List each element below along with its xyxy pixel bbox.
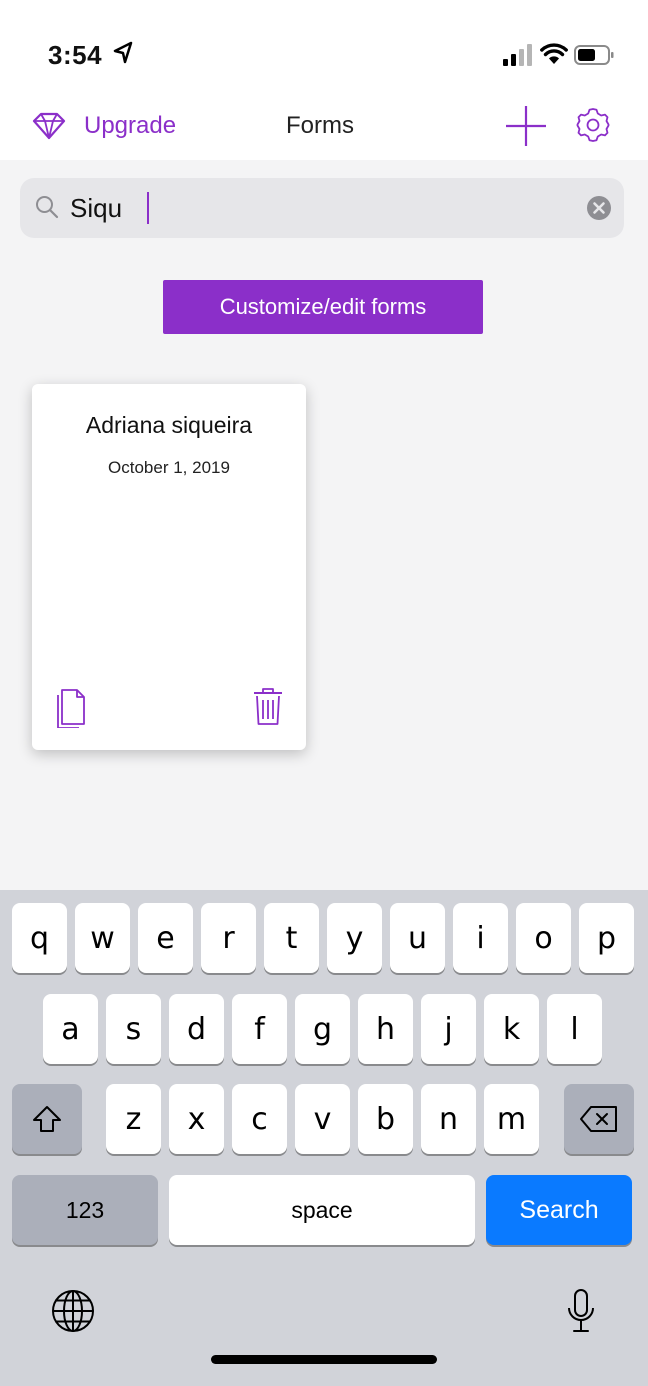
key-s[interactable]: s xyxy=(106,994,161,1064)
key-e[interactable]: e xyxy=(138,903,193,973)
magnifier-icon xyxy=(36,196,59,219)
key-p[interactable]: p xyxy=(579,903,634,973)
key-r[interactable]: r xyxy=(201,903,256,973)
search-bar[interactable] xyxy=(20,178,624,238)
key-y[interactable]: y xyxy=(327,903,382,973)
battery-icon xyxy=(574,45,614,65)
key-u[interactable]: u xyxy=(390,903,445,973)
status-time: 3:54 xyxy=(48,40,103,70)
upgrade-button[interactable]: Upgrade xyxy=(32,106,176,146)
status-bar: 3:54 xyxy=(0,0,648,100)
form-card-title: Adriana siqueira xyxy=(85,412,253,438)
clear-circle-icon[interactable] xyxy=(586,195,612,221)
upgrade-label: Upgrade xyxy=(84,112,177,139)
forms-list-area: Customize/edit forms Adriana siqueira Oc… xyxy=(0,160,648,890)
wifi-icon xyxy=(540,43,568,64)
microphone-icon[interactable] xyxy=(564,1288,598,1336)
key-f[interactable]: f xyxy=(232,994,287,1064)
key-g[interactable]: g xyxy=(295,994,350,1064)
trash-icon[interactable] xyxy=(252,686,284,726)
globe-icon[interactable] xyxy=(50,1288,96,1334)
space-key[interactable]: space xyxy=(169,1175,475,1245)
key-t[interactable]: t xyxy=(264,903,319,973)
plus-icon[interactable] xyxy=(504,104,548,148)
customize-forms-button[interactable]: Customize/edit forms xyxy=(163,280,483,334)
shift-arrow-icon xyxy=(33,1106,61,1132)
key-a[interactable]: a xyxy=(43,994,98,1064)
key-n[interactable]: n xyxy=(421,1084,476,1154)
shift-key[interactable] xyxy=(12,1084,82,1154)
backspace-icon xyxy=(580,1106,617,1132)
key-z[interactable]: z xyxy=(106,1084,161,1154)
diamond-icon xyxy=(32,112,66,140)
key-j[interactable]: j xyxy=(421,994,476,1064)
backspace-key[interactable] xyxy=(564,1084,634,1154)
key-i[interactable]: i xyxy=(453,903,508,973)
key-q[interactable]: q xyxy=(12,903,67,973)
key-x[interactable]: x xyxy=(169,1084,224,1154)
nav-bar: Upgrade Forms xyxy=(0,100,648,160)
key-v[interactable]: v xyxy=(295,1084,350,1154)
home-indicator xyxy=(211,1355,437,1364)
search-key[interactable]: Search xyxy=(486,1175,632,1245)
page-title: Forms xyxy=(286,112,354,139)
numbers-key[interactable]: 123 xyxy=(12,1175,158,1245)
key-c[interactable]: c xyxy=(232,1084,287,1154)
keyboard: 123 space Search qwertyuiop asdfghjkl zxcv… xyxy=(0,890,648,1386)
gear-icon[interactable] xyxy=(574,106,612,144)
key-l[interactable]: l xyxy=(547,994,602,1064)
copy-document-icon[interactable] xyxy=(54,686,88,728)
form-card[interactable]: Adriana siqueira October 1, 2019 xyxy=(32,384,306,750)
key-b[interactable]: b xyxy=(358,1084,413,1154)
key-k[interactable]: k xyxy=(484,994,539,1064)
text-cursor xyxy=(147,192,149,224)
key-w[interactable]: w xyxy=(75,903,130,973)
key-h[interactable]: h xyxy=(358,994,413,1064)
key-o[interactable]: o xyxy=(516,903,571,973)
key-d[interactable]: d xyxy=(169,994,224,1064)
cellular-signal-icon xyxy=(503,44,532,66)
location-arrow-icon xyxy=(113,41,133,64)
key-m[interactable]: m xyxy=(484,1084,539,1154)
search-input[interactable] xyxy=(70,188,570,228)
form-card-date: October 1, 2019 xyxy=(108,458,230,477)
